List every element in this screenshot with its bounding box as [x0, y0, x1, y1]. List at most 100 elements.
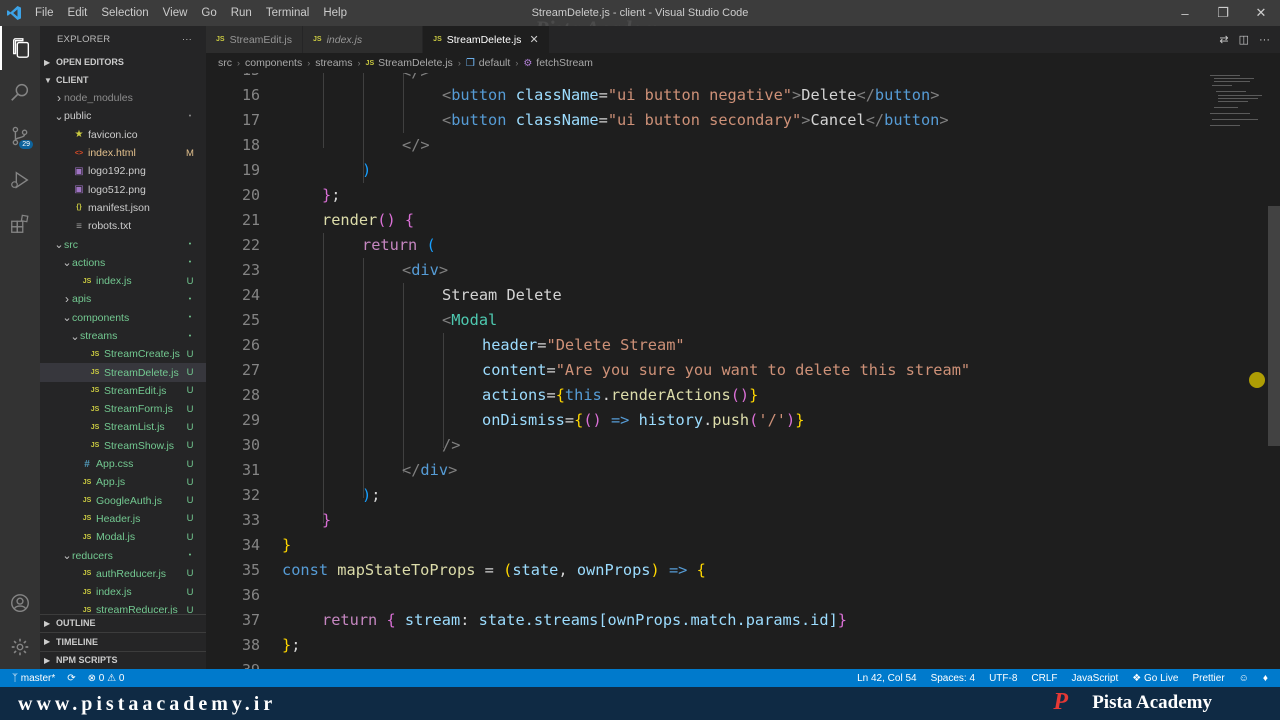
breadcrumb-streams[interactable]: streams	[315, 57, 352, 69]
tree-item[interactable]: JS StreamEdit.js U	[40, 382, 206, 400]
code-line-29: onDismiss={() => history.push('/')}	[482, 411, 805, 429]
language-mode[interactable]: JavaScript	[1072, 673, 1119, 684]
tree-item[interactable]: JS StreamCreate.js U	[40, 345, 206, 363]
tree-item-label: StreamForm.js	[104, 403, 173, 416]
tree-item[interactable]: JS StreamList.js U	[40, 418, 206, 436]
tree-item[interactable]: JS App.js U	[40, 473, 206, 491]
prettier-item[interactable]: Prettier	[1192, 673, 1224, 684]
tree-item-label: Modal.js	[96, 531, 136, 544]
breadcrumb-default[interactable]: default	[479, 57, 511, 69]
close-window-button[interactable]: ✕	[1242, 0, 1280, 26]
minimize-button[interactable]: –	[1166, 0, 1204, 26]
menu-edit[interactable]: Edit	[61, 0, 95, 26]
tree-item-label: logo512.png	[88, 183, 146, 196]
tree-item-label: index.js	[96, 275, 132, 288]
footer-brand: Pista Academy	[1092, 692, 1212, 713]
split-editor-icon[interactable]: ◫	[1239, 33, 1249, 46]
tree-item[interactable]: JS authReducer.js U	[40, 565, 206, 583]
menu-view[interactable]: View	[156, 0, 195, 26]
more-actions-icon[interactable]: ···	[182, 34, 192, 45]
menu-terminal[interactable]: Terminal	[259, 0, 316, 26]
cursor-position[interactable]: Ln 42, Col 54	[857, 673, 917, 684]
tree-item[interactable]: › node_modules	[40, 89, 206, 107]
tree-item[interactable]: {} manifest.json	[40, 199, 206, 217]
client-folder-section[interactable]: ▼ CLIENT	[40, 71, 206, 89]
search-icon[interactable]	[0, 70, 40, 114]
tree-item[interactable]: <> index.html M	[40, 144, 206, 162]
more-actions-icon[interactable]: ···	[1259, 34, 1270, 46]
tree-item[interactable]: ⌄ reducers •	[40, 546, 206, 564]
breadcrumb-file[interactable]: StreamDelete.js	[378, 57, 453, 69]
code-editor[interactable]: 15 16 17 18 19 20 21 22 23 24 25 26 27 28 29 30 31 32 33 34…	[206, 73, 1280, 669]
menu-help[interactable]: Help	[316, 0, 354, 26]
line-number: 18	[241, 136, 260, 154]
run-debug-icon[interactable]	[0, 158, 40, 202]
tree-item[interactable]: ⌄ public •	[40, 107, 206, 125]
problems-item[interactable]: ⊗ 0 ⚠ 0	[88, 673, 125, 684]
js-file-icon: JS	[365, 59, 375, 67]
vertical-scrollbar-thumb[interactable]	[1268, 206, 1280, 446]
indentation[interactable]: Spaces: 4	[931, 673, 975, 684]
tree-item[interactable]: JS index.js U	[40, 272, 206, 290]
timeline-section[interactable]: ▶ TIMELINE	[40, 632, 206, 651]
restore-button[interactable]: ❐	[1204, 0, 1242, 26]
menu-file[interactable]: File	[28, 0, 61, 26]
tab-stream-delete[interactable]: JS StreamDelete.js ✕	[423, 26, 550, 53]
tree-item[interactable]: JS StreamShow.js U	[40, 437, 206, 455]
tree-item[interactable]: ⌄ components •	[40, 309, 206, 327]
breadcrumb-src[interactable]: src	[218, 57, 232, 69]
line-number: 31	[241, 461, 260, 479]
tree-item[interactable]: › apis •	[40, 290, 206, 308]
feedback-icon[interactable]: ☺	[1239, 673, 1249, 684]
tree-item[interactable]: JS Modal.js U	[40, 528, 206, 546]
breadcrumb-fetch-stream[interactable]: fetchStream	[536, 57, 593, 69]
open-editors-section[interactable]: ▶ OPEN EDITORS	[40, 53, 206, 71]
tree-item[interactable]: # App.css U	[40, 455, 206, 473]
tree-item-label: streams	[80, 330, 118, 342]
menu-go[interactable]: Go	[194, 0, 223, 26]
tree-item[interactable]: ⌄ streams •	[40, 327, 206, 345]
footer-url: www.pistaacademy.ir	[18, 693, 277, 715]
indent-guide	[443, 333, 444, 448]
extensions-icon[interactable]	[0, 202, 40, 246]
activity-bottom	[0, 581, 40, 669]
end-of-line[interactable]: CRLF	[1031, 673, 1057, 684]
breadcrumb-components[interactable]: components	[245, 57, 302, 69]
tree-item[interactable]: ≡ robots.txt	[40, 217, 206, 235]
tree-item-label: GoogleAuth.js	[96, 494, 162, 507]
encoding[interactable]: UTF-8	[989, 673, 1017, 684]
tree-item[interactable]: ⌄ actions •	[40, 254, 206, 272]
tree-item[interactable]: JS GoogleAuth.js U	[40, 492, 206, 510]
notifications-bell-icon[interactable]: ♦	[1263, 673, 1268, 684]
tab-stream-edit[interactable]: JS StreamEdit.js	[206, 26, 303, 53]
menu-run[interactable]: Run	[224, 0, 259, 26]
tree-item[interactable]: JS Header.js U	[40, 510, 206, 528]
tree-item[interactable]: ★ favicon.ico	[40, 126, 206, 144]
tree-item-label: App.css	[96, 458, 134, 471]
menu-selection[interactable]: Selection	[94, 0, 155, 26]
line-number: 26	[241, 336, 260, 354]
menu-bar: File Edit Selection View Go Run Terminal…	[28, 0, 354, 26]
tree-item[interactable]: ▣ logo512.png	[40, 180, 206, 198]
explorer-icon[interactable]	[0, 26, 40, 70]
tree-item[interactable]: JS index.js U	[40, 583, 206, 601]
git-branch-item[interactable]: ᛉ master*	[12, 673, 55, 684]
minimap[interactable]	[1208, 73, 1268, 133]
source-control-icon[interactable]: 29	[0, 114, 40, 158]
go-live-button[interactable]: ❖ Go Live	[1132, 673, 1178, 684]
tree-item[interactable]: ⌄ src •	[40, 235, 206, 253]
npm-scripts-section[interactable]: ▶ NPM SCRIPTS	[40, 650, 206, 670]
close-tab-icon[interactable]: ✕	[529, 33, 538, 46]
line-number: 38	[241, 636, 260, 654]
line-number: 37	[241, 611, 260, 629]
accounts-icon[interactable]	[0, 581, 40, 625]
tree-item[interactable]: ▣ logo192.png	[40, 162, 206, 180]
tree-item-label: robots.txt	[88, 220, 132, 233]
tree-item[interactable]: JS StreamForm.js U	[40, 400, 206, 418]
tab-index[interactable]: JS index.js	[303, 26, 424, 53]
manage-gear-icon[interactable]	[0, 625, 40, 669]
outline-section[interactable]: ▶ OUTLINE	[40, 613, 206, 633]
tree-item[interactable]: JS StreamDelete.js U	[40, 363, 206, 382]
open-changes-icon[interactable]: ⇄	[1219, 33, 1228, 46]
sync-icon[interactable]: ⟳	[67, 673, 75, 684]
